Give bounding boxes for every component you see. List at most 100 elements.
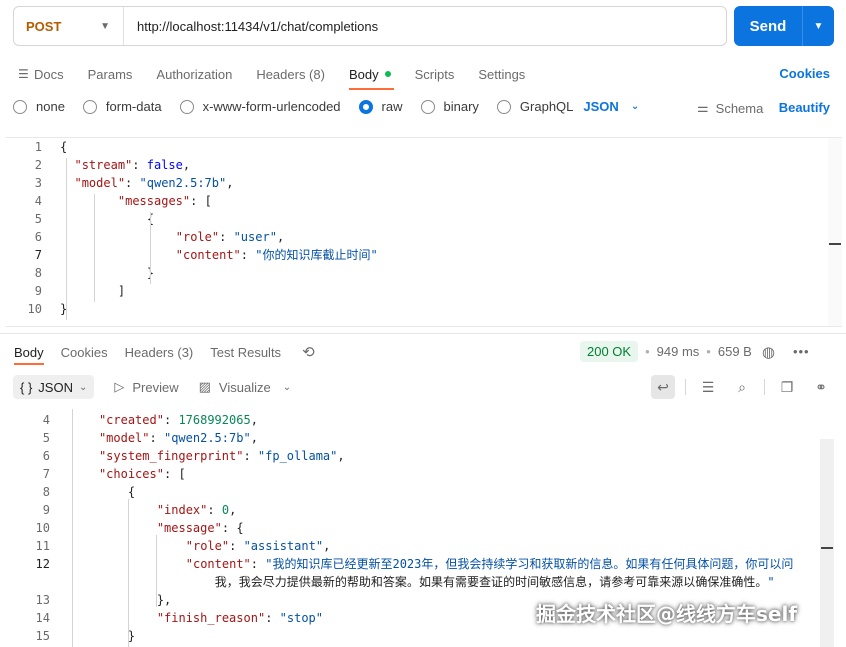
radio-circle xyxy=(82,99,97,114)
radio-form-data[interactable]: form-data xyxy=(82,99,162,114)
code-text: "choices": [ xyxy=(98,467,186,481)
copy-icon[interactable]: ❐ xyxy=(775,375,799,399)
line-number: 7 xyxy=(42,467,50,481)
globe-icon[interactable]: ◍ xyxy=(762,343,775,361)
response-time[interactable]: 949 ms xyxy=(657,344,700,359)
line-number: 9 xyxy=(42,503,50,517)
response-toolbar: { } JSON ⌄ ▷ Preview ▨ Visualize ⌄ ↩ ☰ ⌕ ❐ … xyxy=(13,375,833,399)
more-options-icon[interactable]: ••• xyxy=(793,344,810,359)
chevron-down-icon: ▼ xyxy=(100,20,110,32)
resp-tab-headers[interactable]: Headers (3) xyxy=(125,345,194,360)
visualize-label: Visualize xyxy=(218,379,271,395)
send-label: Send xyxy=(749,17,787,35)
resp-tab-cookies[interactable]: Cookies xyxy=(61,345,108,360)
tab-scripts-label: Scripts xyxy=(414,66,455,82)
indent-guide xyxy=(156,535,157,607)
code-line: 8 } xyxy=(6,264,806,282)
radio-label: raw xyxy=(381,99,403,114)
preview-button[interactable]: ▷ Preview xyxy=(114,379,178,395)
code-text: "messages": [ xyxy=(117,194,212,208)
search-icon[interactable]: ⌕ xyxy=(730,375,754,399)
line-number: 3 xyxy=(34,176,42,190)
radio-circle xyxy=(496,99,511,114)
body-format-select[interactable]: JSON ⌄ xyxy=(583,99,639,114)
radio-none[interactable]: none xyxy=(13,99,65,114)
response-divider[interactable] xyxy=(0,333,846,334)
code-text: { xyxy=(127,485,136,499)
body-format-label: JSON xyxy=(583,99,619,114)
tab-settings[interactable]: Settings xyxy=(478,67,525,82)
status-badge[interactable]: 200 OK xyxy=(580,341,639,362)
line-number: 1 xyxy=(34,140,42,154)
url-input[interactable]: http://localhost:11434/v1/chat/completio… xyxy=(124,19,378,34)
line-number: 10 xyxy=(35,521,50,535)
code-line: 6 "role": "user", xyxy=(6,228,806,246)
radio-label: binary xyxy=(443,99,479,114)
line-number: 14 xyxy=(35,611,50,625)
response-tabs: Body Cookies Headers (3) Test Results ⟲ xyxy=(14,343,315,361)
send-options-chevron-icon[interactable]: ▼ xyxy=(803,21,834,32)
code-text: "index": 0, xyxy=(156,503,237,517)
visualize-button[interactable]: ▨ Visualize ⌄ xyxy=(199,379,291,395)
code-line: 9 "index": 0, xyxy=(0,501,800,519)
resp-tab-test-results[interactable]: Test Results xyxy=(210,345,281,360)
toolbar-separator xyxy=(764,379,765,395)
code-line: 10} xyxy=(6,300,806,318)
beautify-button[interactable]: Beautify xyxy=(779,100,830,115)
scroll-thumb[interactable] xyxy=(820,439,834,647)
play-icon: ▷ xyxy=(114,379,125,394)
radio-graphql[interactable]: GraphQL xyxy=(496,99,574,114)
line-number: 7 xyxy=(34,248,42,262)
radio-label: GraphQL xyxy=(519,99,574,114)
method-select[interactable]: POST ▼ xyxy=(14,7,124,45)
tab-headers-label: Headers (8) xyxy=(256,66,325,82)
code-line: 4 "created": 1768992065, xyxy=(0,411,800,429)
cookies-link[interactable]: Cookies xyxy=(779,66,830,81)
watermark-text: 掘金技术社区@线线方车self xyxy=(536,602,798,626)
line-number: 4 xyxy=(42,413,50,427)
tab-params[interactable]: Params xyxy=(88,67,133,82)
request-body-editor[interactable]: 1{2 "stream": false, 3 "model": "qwen2.5:… xyxy=(6,137,842,327)
response-scrollbar[interactable] xyxy=(820,439,834,647)
wrap-lines-icon[interactable]: ↩ xyxy=(651,375,675,399)
request-scrollbar[interactable] xyxy=(828,138,842,326)
code-text: ] xyxy=(117,284,126,298)
line-number: 15 xyxy=(35,629,50,643)
active-tab-underline xyxy=(349,88,394,90)
tab-scripts[interactable]: Scripts xyxy=(415,67,455,82)
indent-guide xyxy=(72,409,73,647)
code-line: 6 "system_fingerprint": "fp_ollama", xyxy=(0,447,800,465)
code-line: 11 "role": "assistant", xyxy=(0,537,800,555)
tab-params-label: Params xyxy=(87,66,133,82)
braces-icon: { } xyxy=(20,379,33,395)
send-button[interactable]: Send ▼ xyxy=(734,6,834,46)
tab-headers[interactable]: Headers (8) xyxy=(256,67,325,82)
tab-body[interactable]: Body xyxy=(349,67,391,82)
radio-binary[interactable]: binary xyxy=(420,99,479,114)
history-icon[interactable]: ⟲ xyxy=(302,343,315,361)
code-line: 5 { xyxy=(6,210,806,228)
tab-docs[interactable]: ☰ Docs xyxy=(18,67,64,82)
resp-tab-body[interactable]: Body xyxy=(14,345,44,360)
body-type-radios: none form-data x-www-form-urlencoded raw… xyxy=(13,99,639,114)
code-text: } xyxy=(60,264,154,282)
response-meta: 200 OK • 949 ms • 659 B ◍ ••• xyxy=(580,341,810,362)
link-icon[interactable]: ⚭ xyxy=(809,375,833,399)
code-line: 3 "model": "qwen2.5:7b", xyxy=(6,174,806,192)
schema-button[interactable]: ⚌ Schema xyxy=(697,100,763,116)
code-text: "content": "我的知识库已经更新至2023年，但我会持续学习和获取新的… xyxy=(185,557,794,571)
line-number: 8 xyxy=(34,266,42,280)
indent-guide xyxy=(150,212,151,284)
indent-guide xyxy=(128,499,129,647)
radio-urlencoded[interactable]: x-www-form-urlencoded xyxy=(179,99,341,114)
filter-icon[interactable]: ☰ xyxy=(696,375,720,399)
radio-raw[interactable]: raw xyxy=(358,99,403,114)
meta-separator: • xyxy=(706,344,711,359)
code-line: 5 "model": "qwen2.5:7b", xyxy=(0,429,800,447)
response-format-select[interactable]: { } JSON ⌄ xyxy=(13,375,95,399)
code-line: 9 ] xyxy=(6,282,806,300)
indent-guide xyxy=(66,158,67,320)
response-size[interactable]: 659 B xyxy=(718,344,752,359)
tab-authorization[interactable]: Authorization xyxy=(156,67,232,82)
radio-label: x-www-form-urlencoded xyxy=(202,99,341,114)
